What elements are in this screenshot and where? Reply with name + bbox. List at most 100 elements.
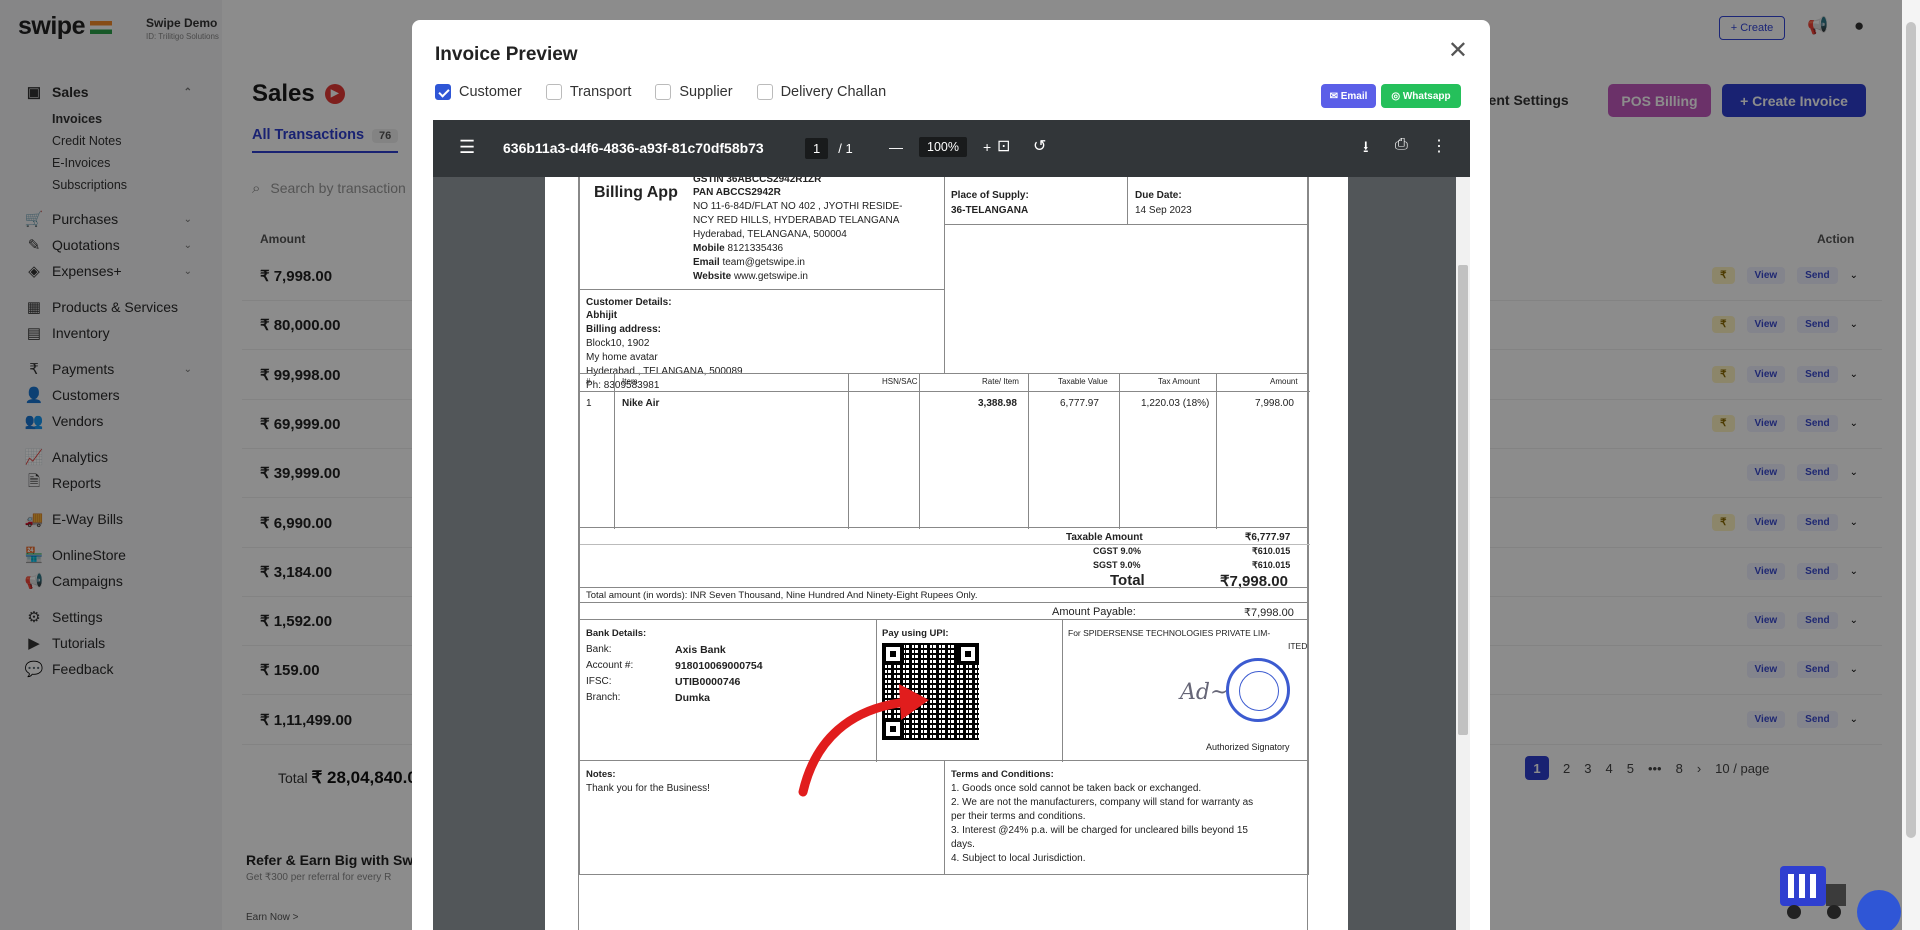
authorized-signatory: Authorized Signatory: [1206, 742, 1290, 752]
terms-line: 1. Goods once sold cannot be taken back …: [951, 783, 1202, 794]
pdf-scrollbar[interactable]: [1456, 177, 1470, 930]
col-divider: [1216, 374, 1217, 529]
truck-illustration: [1780, 858, 1852, 922]
seller-website: www.getswipe.in: [733, 271, 808, 282]
menu-icon[interactable]: ☰: [459, 137, 475, 158]
checkbox[interactable]: [655, 84, 672, 100]
bank-key: Bank:: [586, 644, 612, 655]
seller-name: Billing App: [594, 184, 678, 201]
seller-address-2: NCY RED HILLS, HYDERABAD TELANGANA: [693, 215, 900, 226]
checkbox[interactable]: [545, 84, 562, 100]
zoom-in-icon[interactable]: +: [983, 139, 991, 155]
item-tax: 1,220.03 (18%): [1141, 398, 1210, 409]
blank-block: [944, 224, 1309, 374]
copy-option-customer[interactable]: Customer: [435, 84, 522, 100]
terms-line: 4. Subject to local Jurisdiction.: [951, 853, 1086, 864]
th-index: #: [586, 377, 591, 386]
branch-name: Dumka: [675, 692, 711, 704]
item-rate: 3,388.98: [978, 398, 1017, 409]
mobile-label: Mobile: [693, 243, 725, 254]
copy-option-delivery-challan[interactable]: Delivery Challan: [756, 84, 886, 100]
item-taxable: 6,777.97: [1060, 398, 1099, 409]
invoice-page: Billing App GSTIN 36ABCCS2942R1ZR PAN AB…: [545, 177, 1348, 930]
due-date-label: Due Date:: [1135, 190, 1182, 201]
supply-block: Place of Supply: 36-TELANGANA Due Date: …: [944, 177, 1309, 225]
seller-block: Billing App GSTIN 36ABCCS2942R1ZR PAN AB…: [579, 177, 945, 290]
download-icon[interactable]: ⭳: [1363, 136, 1369, 163]
ifsc-code: UTIB0000746: [675, 676, 741, 688]
totals-block: Taxable Amount ₹6,777.97 CGST 9.0% ₹610.…: [579, 527, 1310, 590]
option-label: Customer: [459, 84, 522, 100]
company-stamp: [1226, 658, 1290, 722]
account-number: 918010069000754: [675, 660, 763, 672]
print-icon[interactable]: ⎙: [1395, 136, 1408, 154]
bank-details-label: Bank Details:: [586, 628, 647, 639]
email-label: Email: [693, 257, 720, 268]
amount-payable-label: Amount Payable:: [1052, 606, 1136, 618]
copy-option-supplier[interactable]: Supplier: [655, 84, 733, 100]
col-divider: [614, 374, 615, 529]
option-label: Transport: [569, 84, 632, 100]
website-label: Website: [693, 271, 732, 282]
terms-line: 3. Interest @24% p.a. will be charged fo…: [951, 825, 1248, 836]
checkbox[interactable]: [756, 84, 773, 100]
amount-payable-row: Amount Payable: ₹7,998.00: [579, 602, 1309, 620]
th-rate: Rate/ Item: [982, 377, 1019, 386]
seller-mobile: 8121335436: [727, 243, 784, 254]
col-divider: [919, 374, 920, 529]
invoice-document: Billing App GSTIN 36ABCCS2942R1ZR PAN AB…: [578, 177, 1310, 930]
bank-name: Axis Bank: [675, 644, 726, 656]
taxable-label: Taxable Amount: [1066, 532, 1143, 543]
qr-corner: [882, 643, 904, 665]
checkbox[interactable]: [435, 84, 451, 100]
whatsapp-button[interactable]: ◎ Whatsapp: [1381, 84, 1461, 108]
customer-name: Abhijit: [586, 310, 618, 321]
copy-option-transport[interactable]: Transport: [545, 84, 632, 100]
notes-label: Notes:: [586, 769, 616, 780]
seller-email: team@getswipe.in: [722, 257, 805, 268]
cgst-amount: ₹610.015: [1252, 546, 1291, 556]
th-item: Item: [622, 377, 638, 386]
page-total: / 1: [838, 141, 853, 156]
seller-pan: PAN ABCCS2942R: [693, 187, 781, 198]
app-root: swipe Swipe Demo ID: Trilitigo Solutions …: [0, 0, 1920, 930]
place-of-supply: 36-TELANGANA: [951, 205, 1029, 216]
col-divider: [1028, 374, 1029, 529]
zoom-controls: — 100% +: [889, 137, 991, 157]
customer-label: Customer Details:: [586, 297, 672, 308]
items-table: # Item HSN/SAC Rate/ Item Taxable Value …: [579, 373, 1310, 529]
page-scrollbar-thumb[interactable]: [1906, 22, 1916, 838]
option-label: Supplier: [679, 84, 733, 100]
signature-image: Ad~: [1180, 680, 1229, 705]
page-number-input[interactable]: 1: [805, 138, 829, 159]
terms-label: Terms and Conditions:: [951, 769, 1054, 780]
item-index: 1: [586, 398, 592, 409]
th-hsn: HSN/SAC: [882, 377, 918, 386]
pdf-scrollbar-thumb[interactable]: [1458, 265, 1468, 735]
terms-line: 2. We are not the manufacturers, company…: [951, 797, 1254, 808]
customer-block: Customer Details: Abhijit Billing addres…: [579, 289, 945, 391]
cgst-label: CGST 9.0%: [1093, 546, 1142, 556]
close-icon[interactable]: ✕: [1448, 36, 1468, 65]
billing-address-1: Block10, 1902: [586, 338, 650, 349]
chat-launcher-button[interactable]: [1857, 890, 1901, 930]
due-date: 14 Sep 2023: [1135, 205, 1192, 216]
fit-page-icon[interactable]: ⊡: [997, 136, 1010, 156]
more-options-icon[interactable]: ⋮: [1431, 136, 1447, 156]
amount-in-words: Total amount (in words): INR Seven Thous…: [586, 590, 978, 601]
for-company-line2: ITED: [1288, 641, 1308, 651]
rotate-icon[interactable]: ↺: [1033, 136, 1046, 156]
branch-key: Branch:: [586, 692, 621, 703]
seller-address-3: Hyderabad, TELANGANA, 500004: [693, 229, 847, 240]
email-button[interactable]: ✉ Email: [1321, 84, 1376, 108]
totals-divider: [580, 544, 1310, 545]
account-key: Account #:: [586, 660, 634, 671]
zoom-out-icon[interactable]: —: [889, 139, 903, 155]
page-scrollbar[interactable]: [1902, 0, 1920, 930]
seller-gstin: GSTIN 36ABCCS2942R1ZR: [693, 177, 822, 185]
th-amount: Amount: [1270, 377, 1298, 386]
billing-label: Billing address:: [586, 324, 662, 335]
seller-address-1: NO 11-6-84D/FLAT NO 402 , JYOTHI RESIDE-: [693, 201, 903, 212]
col-divider: [848, 374, 849, 529]
zoom-input[interactable]: 100%: [919, 137, 967, 157]
